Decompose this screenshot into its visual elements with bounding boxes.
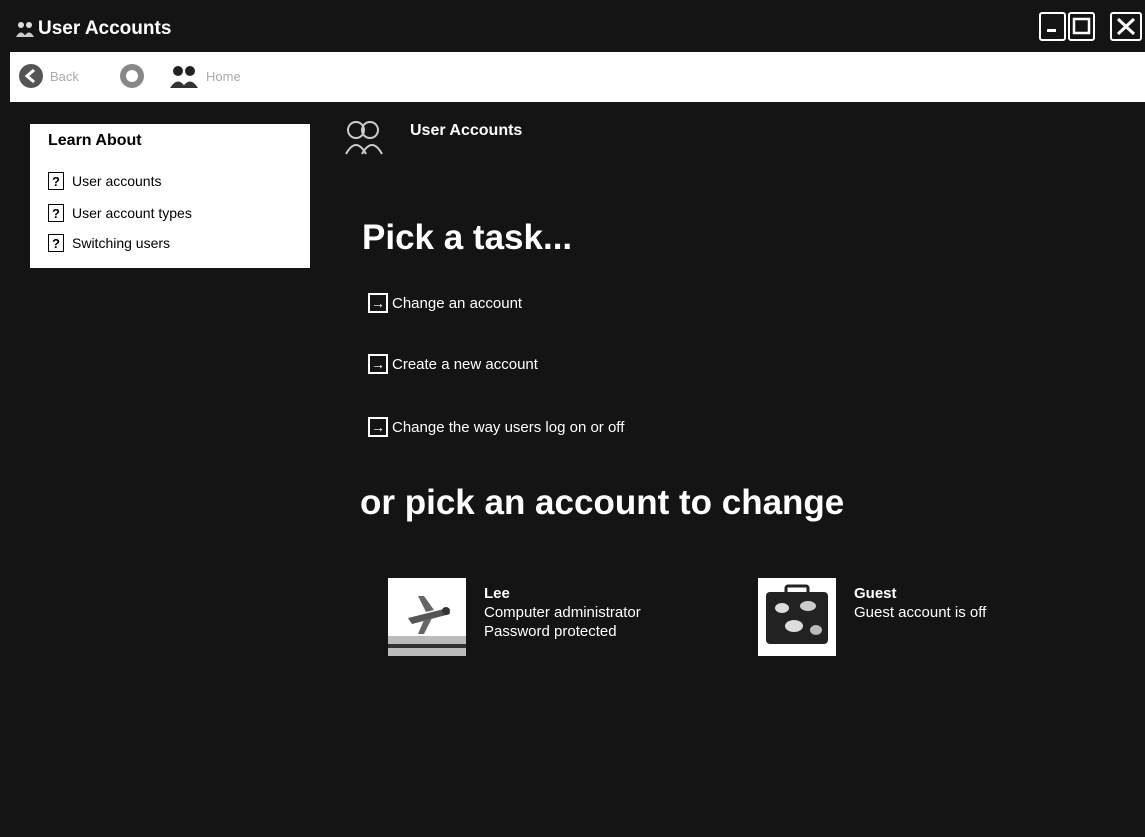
airplane-picture [388, 596, 466, 656]
back-label: Back [50, 68, 79, 84]
account-picture-airplane [388, 578, 466, 656]
navigation-toolbar: Back Home [10, 52, 1145, 102]
user-accounts-window: User Accounts Back Home Learn About ? Us… [0, 0, 1145, 837]
learn-link-label: User accounts [72, 173, 162, 189]
users-icon [345, 121, 383, 155]
task-label: Change an account [392, 294, 523, 312]
suitcase-picture [766, 584, 828, 644]
pick-account-heading: or pick an account to change [360, 483, 845, 522]
task-label: Create a new account [392, 355, 538, 373]
learn-about-title: Learn About [48, 132, 142, 149]
home-button[interactable]: Home [168, 61, 241, 91]
window-title: User Accounts [38, 18, 172, 39]
minimize-icon [1047, 29, 1056, 32]
forward-arrow-icon [120, 64, 144, 88]
task-label: Change the way users log on or off [392, 418, 625, 436]
home-icon [170, 66, 198, 88]
close-icon [1116, 17, 1136, 36]
task-change-logon[interactable]: → Change the way users log on or off [368, 414, 624, 440]
account-guest-info: Guest Guest account is off [854, 584, 986, 622]
title-bar: User Accounts [0, 0, 1145, 50]
forward-button[interactable] [118, 61, 146, 91]
account-name: Guest [854, 585, 897, 602]
learn-link-label: User account types [72, 205, 192, 221]
help-icon: ? [48, 204, 64, 222]
help-icon: ? [48, 172, 64, 190]
pick-task-heading: Pick a task... [362, 218, 573, 257]
learn-link-label: Switching users [72, 235, 171, 251]
learn-link-user-accounts[interactable]: ? User accounts [48, 168, 161, 194]
task-arrow-icon: → [368, 293, 388, 313]
task-arrow-icon: → [368, 354, 388, 374]
home-label: Home [206, 68, 241, 84]
learn-link-switching-users[interactable]: ? Switching users [48, 230, 170, 256]
account-name: Lee [484, 585, 510, 602]
learn-link-user-account-types[interactable]: ? User account types [48, 200, 192, 226]
back-button[interactable]: Back [18, 61, 79, 91]
account-type: Computer administrator [484, 604, 641, 621]
users-app-icon [16, 22, 34, 37]
account-lee-info: Lee Computer administrator Password prot… [484, 584, 641, 641]
account-picture-suitcase [758, 578, 836, 656]
task-create-account[interactable]: → Create a new account [368, 351, 538, 377]
account-status: Guest account is off [854, 604, 987, 621]
account-status: Password protected [484, 623, 617, 640]
back-arrow-icon [19, 64, 43, 88]
close-button[interactable] [1110, 12, 1142, 41]
maximize-button[interactable] [1068, 12, 1095, 41]
content-title: User Accounts [410, 122, 523, 139]
minimize-button[interactable] [1039, 12, 1066, 41]
task-arrow-icon: → [368, 417, 388, 437]
help-icon: ? [48, 234, 64, 252]
maximize-icon [1072, 17, 1091, 35]
learn-about-panel: Learn About ? User accounts ? User accou… [30, 124, 310, 268]
task-change-account[interactable]: → Change an account [368, 290, 522, 316]
